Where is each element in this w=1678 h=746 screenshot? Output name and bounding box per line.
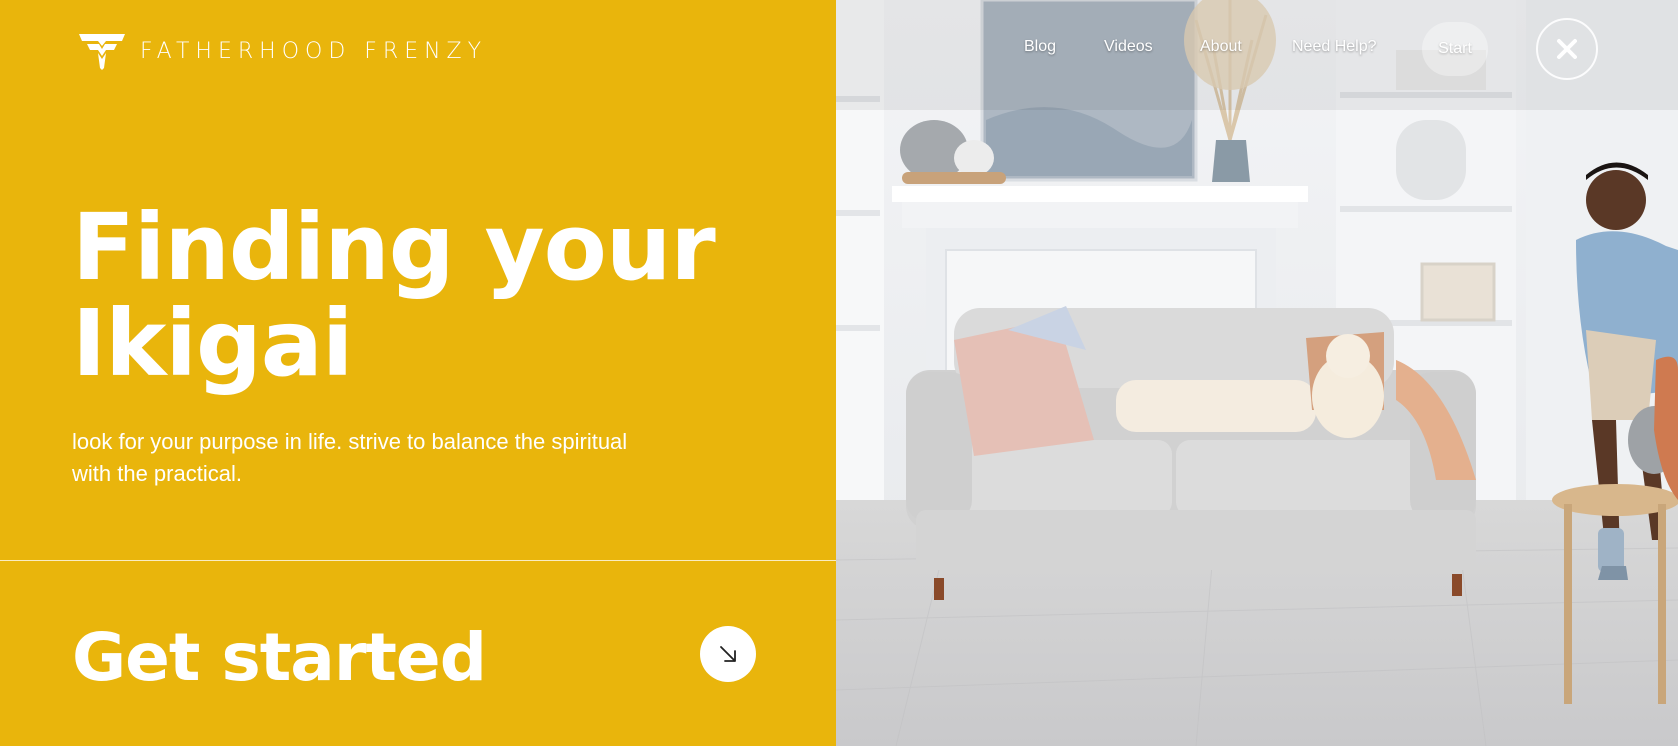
hero-panel: FATHERHOOD FRENZY Finding your Ikigai lo… [0, 0, 836, 746]
section-divider [0, 560, 836, 561]
hero-image: Blog Videos About Need Help? Start [836, 0, 1678, 746]
get-started-link[interactable]: Get started [72, 620, 487, 696]
nav-item-videos[interactable]: Videos [1104, 38, 1153, 56]
logo-mark-icon [79, 34, 125, 70]
nav-item-blog[interactable]: Blog [1024, 38, 1056, 56]
top-nav: Blog Videos About Need Help? Start [836, 0, 1678, 100]
nav-item-need-help[interactable]: Need Help? [1292, 38, 1377, 56]
hero-title: Finding your Ikigai [72, 194, 716, 397]
hero-subtitle: look for your purpose in life. strive to… [72, 429, 628, 486]
arrow-down-right-icon [720, 646, 736, 662]
living-room-photo [836, 0, 1678, 746]
nav-item-about[interactable]: About [1200, 38, 1242, 56]
brand-name: FATHERHOOD FRENZY [140, 38, 488, 64]
close-button[interactable] [1536, 18, 1598, 80]
close-icon [1557, 39, 1577, 59]
get-started-button[interactable] [700, 626, 756, 682]
brand-logo[interactable]: FATHERHOOD FRENZY [78, 32, 487, 70]
start-button[interactable]: Start [1422, 22, 1488, 76]
